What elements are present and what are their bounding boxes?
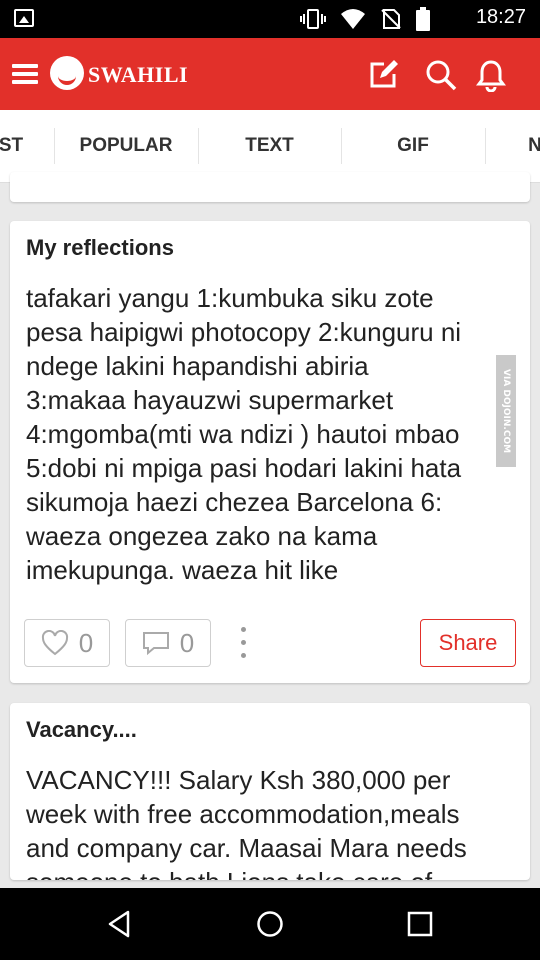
home-icon[interactable] <box>256 910 284 938</box>
no-sim-icon <box>381 9 401 29</box>
status-bar: 18:27 <box>0 0 540 38</box>
recents-icon[interactable] <box>406 910 434 938</box>
wifi-icon <box>341 9 365 29</box>
post-card[interactable]: My reflections tafakari yangu 1:kumbuka … <box>10 221 530 683</box>
post-line: sikumoja haezi chezea Barcelona 6: <box>26 487 443 517</box>
previous-post-card <box>10 172 530 202</box>
post-line: waeza ongezea zako na kama <box>26 521 378 551</box>
comment-button[interactable]: 0 <box>125 619 211 667</box>
post-line: tafakari yangu 1:kumbuka siku zote <box>26 283 434 313</box>
vibrate-icon <box>300 9 326 29</box>
status-icons <box>300 7 430 31</box>
like-button[interactable]: 0 <box>24 619 110 667</box>
back-icon[interactable] <box>106 910 134 938</box>
share-button[interactable]: Share <box>420 619 516 667</box>
post-line: ndege lakini hapandishi abiria <box>26 351 369 381</box>
more-options-icon[interactable] <box>238 627 248 661</box>
post-line: someone to bath Lions take care of <box>26 865 518 880</box>
post-title: Vacancy.... <box>26 717 137 742</box>
post-body: VACANCY!!! Salary Ksh 380,000 per week w… <box>26 763 518 880</box>
post-line: and company car. Maasai Mara needs <box>26 833 467 863</box>
post-line: VACANCY!!! Salary Ksh 380,000 per <box>26 765 451 795</box>
comment-icon <box>142 632 169 656</box>
logo-icon <box>50 56 84 90</box>
post-body: tafakari yangu 1:kumbuka siku zote pesa … <box>26 281 518 587</box>
edit-icon[interactable] <box>366 58 400 92</box>
brand-title: SWAHILI <box>88 62 189 87</box>
status-time: 18:27 <box>475 6 526 28</box>
post-line: 5:dobi ni mpiga pasi hodari lakini hata <box>26 453 462 483</box>
post-line: pesa haipigwi photocopy 2:kunguru ni <box>26 317 462 347</box>
watermark: VIA DOJOIN.COM <box>496 355 516 467</box>
post-line: week with free accommodation,meals <box>26 799 460 829</box>
post-line: 4:mgomba(mti wa ndizi ) hautoi mbao <box>26 419 460 449</box>
post-line: 3:makaa hayauzwi supermarket <box>26 385 394 415</box>
post-title: My reflections <box>26 235 174 260</box>
battery-icon <box>416 7 430 31</box>
comment-count: 0 <box>179 627 195 658</box>
heart-icon <box>41 630 68 656</box>
like-count: 0 <box>78 627 94 658</box>
image-icon <box>14 9 34 27</box>
post-card[interactable]: Vacancy.... VACANCY!!! Salary Ksh 380,00… <box>10 703 530 880</box>
app-bar: SWAHILI <box>0 38 540 110</box>
search-icon[interactable] <box>424 58 458 92</box>
navigation-bar <box>0 888 540 960</box>
post-line: imekupunga. waeza hit like <box>26 555 339 585</box>
bell-icon[interactable] <box>474 58 508 92</box>
menu-icon[interactable] <box>12 64 38 84</box>
